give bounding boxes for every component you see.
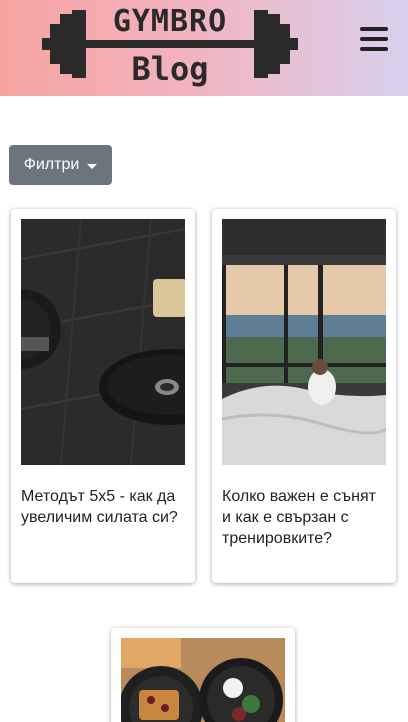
post-title[interactable]: Методът 5x5 - как да увеличим силата си? (21, 486, 185, 528)
post-card[interactable]: Колко важен е сънят и как е свързан с тр… (212, 209, 396, 583)
post-card[interactable] (111, 628, 295, 722)
logo-title: GYMBRO (112, 4, 228, 39)
filters-dropdown-button[interactable]: Филтри (9, 145, 112, 185)
post-image-bedroom-view (222, 219, 386, 465)
site-header: GYMBRO Blog (0, 0, 408, 96)
caret-down-icon (87, 163, 98, 169)
gymbro-blog-logo[interactable]: GYMBRO Blog (42, 2, 298, 92)
post-image-breakfast (121, 638, 285, 722)
post-title[interactable]: Колко важен е сънят и как е свързан с тр… (222, 486, 386, 549)
hamburger-menu-icon[interactable] (360, 27, 390, 55)
post-card[interactable]: Методът 5x5 - как да увеличим силата си? (11, 209, 195, 583)
filters-label: Филтри (23, 156, 80, 173)
post-image-barbell (21, 219, 185, 465)
logo-subtitle: Blog (131, 50, 209, 88)
